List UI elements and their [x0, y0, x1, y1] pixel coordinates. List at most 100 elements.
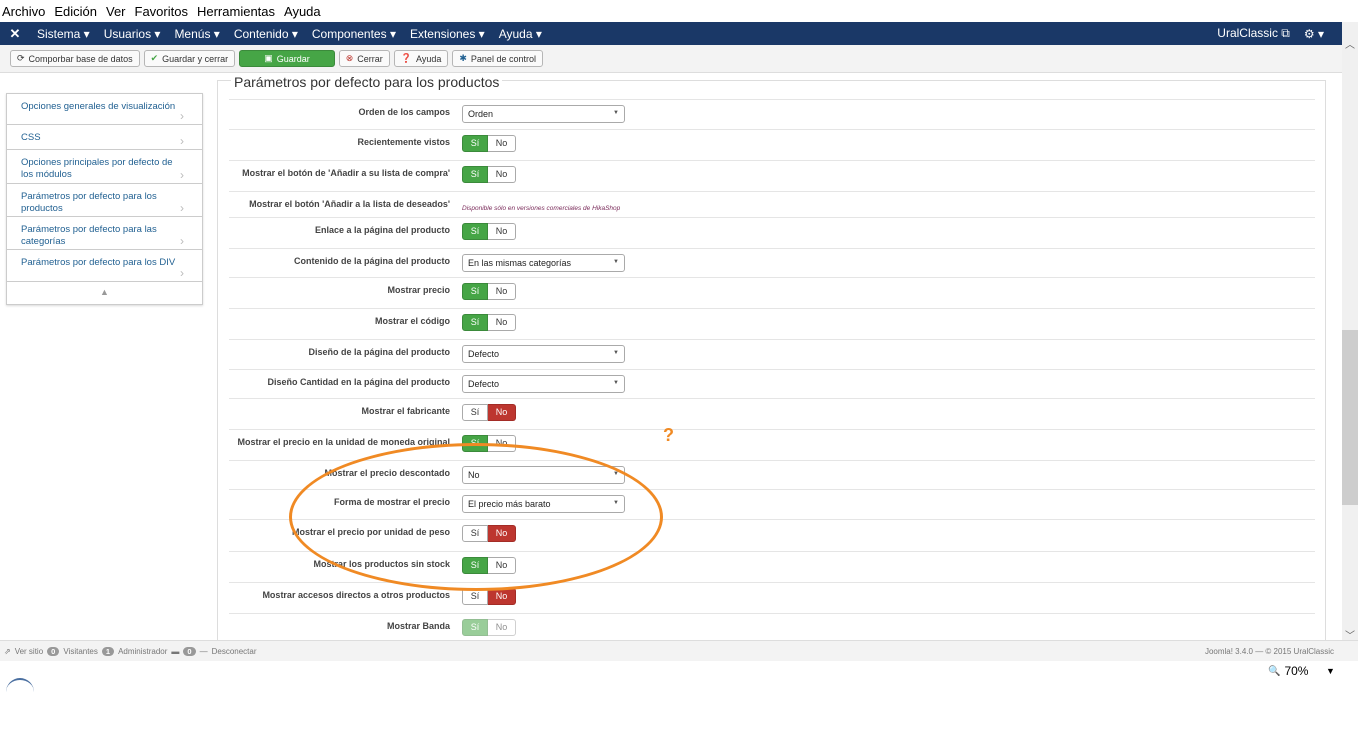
- close-icon: ⊗: [345, 53, 354, 63]
- setting-label: Orden de los campos: [358, 107, 450, 117]
- browser-menu-item[interactable]: Ayuda: [281, 4, 327, 19]
- toggle-no-button[interactable]: No: [488, 223, 516, 240]
- setting-select[interactable]: Defecto: [462, 375, 625, 393]
- sidebar-item-label: Parámetros por defecto para las categorí…: [21, 224, 157, 247]
- setting-row: Diseño Cantidad en la página del product…: [229, 369, 1315, 398]
- top-nav-item[interactable]: Contenido ▾: [227, 27, 305, 41]
- close-label: Cerrar: [357, 53, 383, 64]
- browser-menubar: Archivo Edición Ver Favoritos Herramientas Ay…: [0, 0, 1366, 22]
- action-toolbar: ⟳ Comporbar base de datos ✔ Guardar y cerr…: [0, 45, 1342, 73]
- sidebar-item[interactable]: CSS ›: [7, 125, 202, 150]
- browser-menu-item[interactable]: Archivo: [0, 4, 51, 19]
- chevron-right-icon: ›: [180, 134, 184, 148]
- scroll-up-icon[interactable]: ︿: [1345, 36, 1355, 51]
- setting-select[interactable]: Defecto: [462, 345, 625, 363]
- scroll-thumb[interactable]: [1342, 330, 1358, 505]
- zoom-dropdown-icon[interactable]: ▼: [1326, 666, 1335, 676]
- setting-label: Mostrar el precio en la unidad de moneda…: [237, 437, 450, 447]
- zoom-control[interactable]: 🔍 70%: [1268, 664, 1308, 678]
- sidebar-item[interactable]: Parámetros por defecto para los DIV ›: [7, 250, 202, 282]
- chevron-right-icon: ›: [180, 234, 184, 248]
- control-panel-button[interactable]: ✱ Panel de control: [452, 50, 543, 67]
- toggle-yes-button[interactable]: Sí: [462, 283, 488, 300]
- setting-row: Diseño de la página del producto Defecto: [229, 339, 1315, 369]
- setting-row: Mostrar el botón 'Añadir a la lista de d…: [229, 191, 1315, 217]
- setting-select[interactable]: Orden: [462, 105, 625, 123]
- save-close-button[interactable]: ✔ Guardar y cerrar: [143, 50, 236, 67]
- admin-label: Administrador: [118, 646, 168, 656]
- top-nav-item[interactable]: Menús ▾: [167, 27, 226, 41]
- toggle-no-button[interactable]: No: [488, 314, 516, 331]
- setting-label: Mostrar el fabricante: [361, 406, 450, 416]
- browser-menu-item[interactable]: Herramientas: [194, 4, 281, 19]
- cog-icon: ✱: [459, 53, 467, 63]
- admin-top-nav: ✕ Sistema ▾ Usuarios ▾ Menús ▾ Contenido ▾ C…: [0, 22, 1342, 45]
- external-link-icon: ⇗: [4, 646, 11, 656]
- save-button[interactable]: ▣ Guardar: [239, 50, 335, 67]
- sidebar-item[interactable]: Parámetros por defecto para las categorí…: [7, 217, 202, 250]
- setting-row: Mostrar el código Sí No: [229, 308, 1315, 339]
- yes-no-toggle: Sí No: [462, 166, 516, 183]
- toggle-yes-button[interactable]: Sí: [462, 404, 488, 421]
- help-button[interactable]: ❓ Ayuda: [393, 50, 449, 67]
- toggle-no-button[interactable]: No: [488, 404, 516, 421]
- sidebar-item[interactable]: Opciones generales de visualización ›: [7, 94, 202, 125]
- setting-label: Enlace a la página del producto: [314, 225, 450, 235]
- availability-note: Disponible sólo en versiones comerciales…: [462, 205, 621, 212]
- toggle-yes-button[interactable]: Sí: [462, 619, 488, 636]
- toggle-yes-button[interactable]: Sí: [462, 166, 488, 183]
- save-label: Guardar: [276, 53, 310, 64]
- toggle-no-button[interactable]: No: [488, 166, 516, 183]
- sidebar-item[interactable]: Opciones principales por defecto de los …: [7, 150, 202, 184]
- toggle-yes-button[interactable]: Sí: [462, 135, 488, 152]
- refresh-icon: ⟳: [17, 53, 25, 63]
- setting-label: Recientemente vistos: [357, 137, 450, 147]
- save-close-label: Guardar y cerrar: [162, 53, 229, 64]
- view-site-link[interactable]: Ver sitio: [15, 647, 43, 656]
- sidebar-item-label: Parámetros por defecto para los DIV: [21, 257, 176, 268]
- page-scrollbar[interactable]: ︿ ﹀: [1342, 22, 1358, 642]
- check-icon: ✔: [150, 53, 159, 63]
- sidebar-item[interactable]: Parámetros por defecto para los producto…: [7, 184, 202, 217]
- top-nav-item[interactable]: Componentes ▾: [305, 27, 403, 41]
- toggle-yes-button[interactable]: Sí: [462, 223, 488, 240]
- toggle-no-button[interactable]: No: [488, 283, 516, 300]
- logout-link[interactable]: Desconectar: [212, 647, 257, 656]
- top-nav-item[interactable]: Usuarios ▾: [97, 27, 168, 41]
- check-db-button[interactable]: ⟳ Comporbar base de datos: [10, 50, 140, 67]
- toggle-no-button[interactable]: No: [488, 619, 516, 636]
- site-name-link[interactable]: UralClassic ⧉: [1210, 26, 1297, 41]
- top-nav-item[interactable]: Ayuda ▾: [492, 27, 549, 41]
- control-panel-label: Panel de control: [470, 53, 536, 64]
- setting-row: Mostrar el botón de 'Añadir a su lista d…: [229, 160, 1315, 191]
- sidebar-item-label: Parámetros por defecto para los producto…: [21, 191, 157, 214]
- sidebar-item-label: Opciones principales por defecto de los …: [21, 157, 173, 180]
- browser-menu-item[interactable]: Edición: [51, 4, 103, 19]
- joomla-logo-icon[interactable]: ✕: [0, 26, 30, 42]
- save-icon: ▣: [264, 53, 273, 63]
- yes-no-toggle: Sí No: [462, 314, 516, 331]
- setting-select[interactable]: En las mismas categorías: [462, 254, 625, 272]
- top-nav-item[interactable]: Extensiones ▾: [403, 27, 492, 41]
- yes-no-toggle: Sí No: [462, 135, 516, 152]
- browser-menu-item[interactable]: Ver: [103, 4, 132, 19]
- close-button[interactable]: ⊗ Cerrar: [338, 50, 390, 67]
- collapse-up-icon[interactable]: ▲: [7, 282, 202, 304]
- toggle-no-button[interactable]: No: [488, 135, 516, 152]
- yes-no-toggle: Sí No: [462, 223, 516, 240]
- chevron-right-icon: ›: [180, 168, 184, 182]
- visitors-label: Visitantes: [63, 646, 98, 656]
- settings-gear-icon[interactable]: ⚙ ▾: [1297, 27, 1342, 41]
- separator: —: [199, 646, 208, 656]
- zoom-icon: 🔍: [1268, 665, 1281, 677]
- visitors-count-badge: 0: [47, 646, 60, 656]
- setting-label: Mostrar Banda: [386, 621, 450, 631]
- annotation-ellipse: [289, 443, 663, 591]
- toggle-yes-button[interactable]: Sí: [462, 314, 488, 331]
- browser-menu-item[interactable]: Favoritos: [132, 4, 194, 19]
- setting-row: Recientemente vistos Sí No: [229, 129, 1315, 160]
- setting-label: Mostrar el botón de 'Añadir a su lista d…: [242, 168, 450, 178]
- setting-row: Orden de los campos Orden: [229, 99, 1315, 129]
- setting-label: Mostrar precio: [387, 285, 450, 295]
- top-nav-item[interactable]: Sistema ▾: [30, 27, 97, 41]
